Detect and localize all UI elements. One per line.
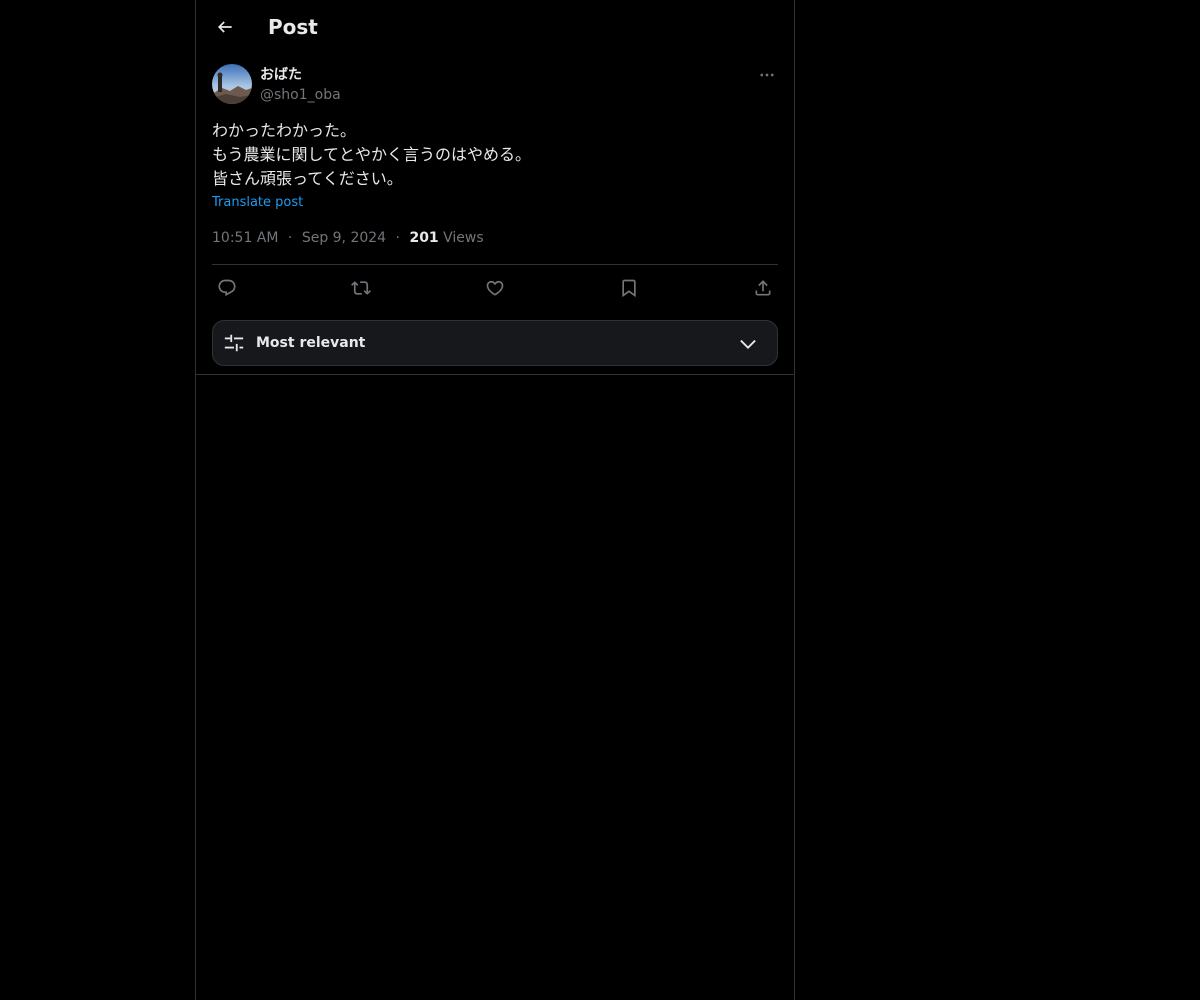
- main-column: Post おばた @sho1_oba わかったわかった。 もう農業に関してとやか…: [195, 0, 795, 1000]
- back-button[interactable]: [208, 10, 242, 44]
- avatar[interactable]: [212, 64, 252, 104]
- bookmark-button[interactable]: [614, 276, 644, 300]
- meta-separator: ·: [395, 230, 400, 246]
- post-date[interactable]: Sep 9, 2024: [302, 230, 386, 246]
- post-text: わかったわかった。 もう農業に関してとやかく言うのはやめる。 皆さん頑張ってくだ…: [212, 119, 778, 191]
- more-horizontal-icon: [760, 73, 774, 77]
- action-bar: [212, 276, 778, 300]
- chevron-down-icon: [740, 339, 756, 349]
- divider: [212, 264, 778, 265]
- views-count: 201: [409, 230, 439, 246]
- repost-icon: [351, 281, 371, 295]
- reply-button[interactable]: [212, 276, 242, 300]
- post-time[interactable]: 10:51 AM: [212, 230, 278, 246]
- post-text-line: わかったわかった。: [212, 121, 357, 140]
- meta-separator: ·: [287, 230, 293, 246]
- arrow-left-icon: [217, 21, 232, 33]
- reply-icon: [218, 279, 236, 297]
- bookmark-icon: [622, 279, 636, 298]
- section-divider: [196, 374, 794, 375]
- post-text-line: もう農業に関してとやかく言うのはやめる。: [212, 145, 532, 164]
- heart-icon: [486, 280, 504, 296]
- sliders-icon: [224, 334, 244, 352]
- sort-replies-selector[interactable]: Most relevant: [212, 320, 778, 366]
- sort-label: Most relevant: [256, 335, 366, 351]
- author-handle[interactable]: @sho1_oba: [260, 85, 341, 105]
- repost-button[interactable]: [346, 276, 376, 300]
- post-text-line: 皆さん頑張ってください。: [212, 169, 403, 188]
- share-button[interactable]: [748, 276, 778, 300]
- translate-post-link[interactable]: Translate post: [212, 194, 303, 212]
- share-icon: [755, 280, 771, 296]
- author-name[interactable]: おばた: [260, 65, 302, 85]
- page-header: Post: [196, 0, 794, 53]
- views-label: Views: [443, 230, 484, 246]
- post-meta: 10:51 AM · Sep 9, 2024 · 201 Views: [212, 228, 484, 248]
- more-button[interactable]: [756, 64, 778, 86]
- like-button[interactable]: [480, 276, 510, 300]
- page-title: Post: [268, 15, 318, 39]
